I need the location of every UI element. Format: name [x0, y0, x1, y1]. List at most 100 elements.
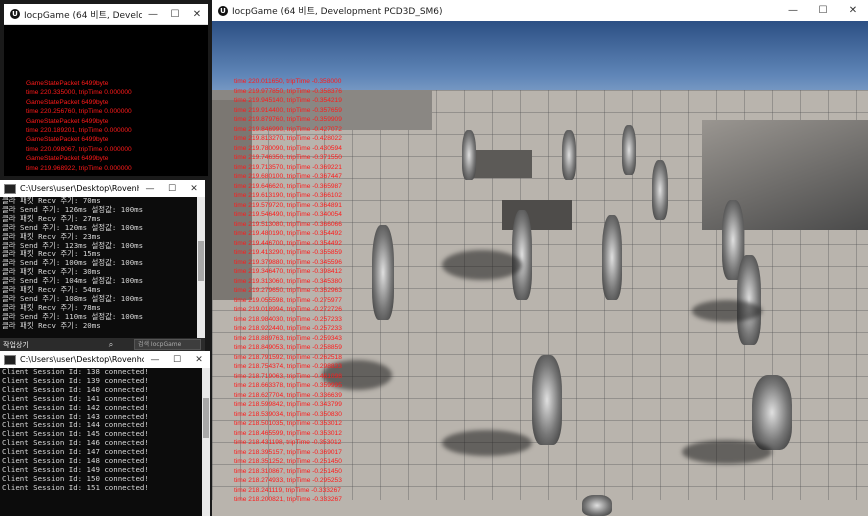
debug-log-line: time 219.646620, tripTime -0.365987 [234, 182, 342, 190]
debug-log-line: time 220.189201, tripTime 0.000000 [26, 127, 132, 134]
minimize-button[interactable]: — [139, 184, 161, 194]
character [602, 215, 622, 300]
taskbar-strip: 작업상기 ⌕ 검색 IocpGame [0, 338, 205, 351]
main-game-titlebar[interactable]: U IocpGame (64 비트, Development PCD3D_SM6… [212, 0, 868, 22]
unreal-logo-icon: U [218, 5, 228, 16]
close-button[interactable]: ✕ [188, 355, 210, 365]
debug-log-line: time 219.379880, tripTime -0.345596 [234, 258, 342, 266]
debug-log-line: time 220.256760, tripTime 0.000000 [26, 108, 132, 116]
debug-log-line: time 218.791592, tripTime -0.262518 [234, 353, 342, 361]
maximize-button[interactable]: ☐ [164, 9, 186, 20]
character [462, 130, 476, 180]
small-game-titlebar[interactable]: U IocpGame (64 비트, Development — ☐ ✕ [4, 4, 208, 25]
debug-log-line: time 219.546490, tripTime -0.340054 [234, 211, 342, 218]
character [582, 495, 612, 516]
debug-log-line: time 219.968922, tripTime 0.000000 [26, 164, 132, 172]
small-game-title: IocpGame (64 비트, Development [24, 10, 142, 21]
center-block [472, 150, 532, 178]
server-console-titlebar[interactable]: C:\Users\user\Desktop\Rovenhol... — ☐ ✕ [0, 351, 210, 369]
main-game-title: IocpGame (64 비트, Development PCD3D_SM6) [232, 7, 443, 17]
character [622, 125, 636, 175]
character [532, 355, 562, 445]
close-button[interactable]: ✕ [186, 9, 208, 20]
debug-log-line: time 218.599842, tripTime -0.343799 [234, 401, 342, 408]
character [372, 225, 394, 320]
debug-log-line: GameStatePacket 6499byte [26, 117, 109, 125]
client-console-titlebar[interactable]: C:\Users\user\Desktop\Rovenh... — ☐ ✕ [0, 180, 205, 198]
debug-log-line: time 219.914400, tripTime -0.357659 [234, 106, 342, 114]
debug-log-line: time 218.719063, tripTime -0.461098 [234, 372, 342, 380]
maximize-button[interactable]: ☐ [161, 184, 183, 194]
close-button[interactable]: ✕ [183, 184, 205, 194]
client-console-output: 클라 패킷 Recv 주기: 70ms 클라 Send 주기: 126ms 설정값… [0, 197, 197, 338]
debug-log-line: time 218.539034, tripTime -0.350830 [234, 410, 342, 418]
scroll-thumb[interactable] [203, 398, 209, 438]
server-console-output: Client Session Id: 138 connected! Client … [0, 368, 202, 516]
console-line: 클라 패킷 Recv 주기: 20ms [2, 320, 101, 330]
character-shadow [682, 440, 772, 464]
search-icon[interactable]: ⌕ [109, 340, 113, 350]
debug-log-line: time 218.889763, tripTime -0.259343 [234, 334, 342, 342]
client-console-title: C:\Users\user\Desktop\Rovenh... [20, 184, 139, 193]
minimize-button[interactable]: — [778, 5, 808, 16]
small-game-window[interactable]: U IocpGame (64 비트, Development — ☐ ✕ Gam… [4, 4, 208, 176]
debug-log-line: time 219.480190, tripTime -0.354492 [234, 230, 342, 237]
debug-log-line: time 219.313060, tripTime -0.345380 [234, 277, 342, 285]
debug-log-line: GameStatePacket 6499byte [26, 155, 109, 163]
debug-log-line: time 219.846990, tripTime -0.427072 [234, 125, 342, 133]
maximize-button[interactable]: ☐ [808, 5, 838, 16]
debug-log-line: time 220.011650, tripTime -0.358000 [234, 78, 342, 85]
debug-log-line: time 219.780090, tripTime -0.430594 [234, 144, 342, 152]
character [652, 160, 668, 220]
server-console-scrollbar[interactable] [202, 368, 210, 516]
unreal-logo-icon: U [10, 9, 20, 19]
character-shadow [442, 250, 522, 280]
debug-log-line: time 219.613190, tripTime -0.366102 [234, 192, 342, 199]
client-console-window[interactable]: C:\Users\user\Desktop\Rovenh... — ☐ ✕ 클라… [0, 180, 205, 338]
minimize-button[interactable]: — [144, 355, 166, 365]
debug-log-line: time 219.945140, tripTime -0.354219 [234, 97, 342, 104]
character [562, 130, 576, 180]
client-console-scrollbar[interactable] [197, 197, 205, 338]
debug-log-line: time 218.465599, tripTime -0.353012 [234, 429, 342, 437]
debug-log-line: time 218.663378, tripTime -0.359995 [234, 382, 342, 389]
debug-log-line: time 218.922440, tripTime -0.257233 [234, 325, 342, 332]
character-shadow [442, 430, 532, 456]
debug-log-line: time 218.849053, tripTime -0.258859 [234, 344, 342, 351]
debug-log-line: GameStatePacket 6499byte [26, 80, 109, 87]
debug-log-line: time 220.098067, tripTime 0.000000 [26, 145, 132, 153]
maximize-button[interactable]: ☐ [166, 355, 188, 365]
scroll-thumb[interactable] [198, 241, 204, 281]
debug-log-line: time 219.279650, tripTime -0.352963 [234, 287, 342, 294]
server-console-title: C:\Users\user\Desktop\Rovenhol... [20, 355, 144, 364]
debug-log-line: time 218.241119, tripTime -0.333267 [234, 486, 341, 494]
debug-log-line: time 219.977850, tripTime -0.358376 [234, 87, 342, 95]
debug-log-line: time 220.335000, tripTime 0.000000 [26, 89, 132, 97]
debug-log-line: time 219.018994, tripTime -0.272726 [234, 306, 342, 313]
close-button[interactable]: ✕ [838, 5, 868, 16]
debug-log-line: time 218.351252, tripTime -0.251450 [234, 458, 342, 465]
debug-log-line: time 218.431198, tripTime -0.353012 [234, 439, 342, 446]
debug-log-line: time 219.879760, tripTime -0.359909 [234, 116, 342, 123]
taskbar-search-input[interactable]: 검색 IocpGame [133, 339, 201, 350]
console-line: Client Session Id: 151 connected! [2, 482, 149, 492]
debug-log-line: GameStatePacket 6499byte [26, 136, 109, 144]
debug-log-line: time 219.446700, tripTime -0.354492 [234, 239, 342, 247]
character [512, 210, 532, 300]
debug-log-line: time 219.579720, tripTime -0.364891 [234, 201, 342, 209]
debug-log-line: time 219.346470, tripTime -0.398412 [234, 268, 342, 275]
server-console-window[interactable]: C:\Users\user\Desktop\Rovenhol... — ☐ ✕ … [0, 351, 210, 516]
debug-log-line: time 218.310867, tripTime -0.251450 [234, 467, 342, 475]
terminal-icon [4, 354, 16, 365]
terminal-icon [4, 183, 16, 194]
debug-log-line: time 218.200821, tripTime -0.333267 [234, 496, 342, 503]
main-game-window[interactable]: U IocpGame (64 비트, Development PCD3D_SM6… [212, 0, 868, 516]
minimize-button[interactable]: — [142, 9, 164, 20]
debug-log-line: time 218.754374, tripTime -0.298833 [234, 363, 342, 370]
character [752, 375, 792, 450]
debug-log-line: time 219.513080, tripTime -0.366066 [234, 220, 342, 228]
debug-log-line: time 219.713570, tripTime -0.369221 [234, 163, 342, 171]
debug-log-line: time 219.746350, tripTime -0.371550 [234, 154, 342, 161]
taskbar-label: 작업상기 [3, 340, 29, 349]
debug-log-line: time 218.501035, tripTime -0.353012 [234, 420, 342, 427]
